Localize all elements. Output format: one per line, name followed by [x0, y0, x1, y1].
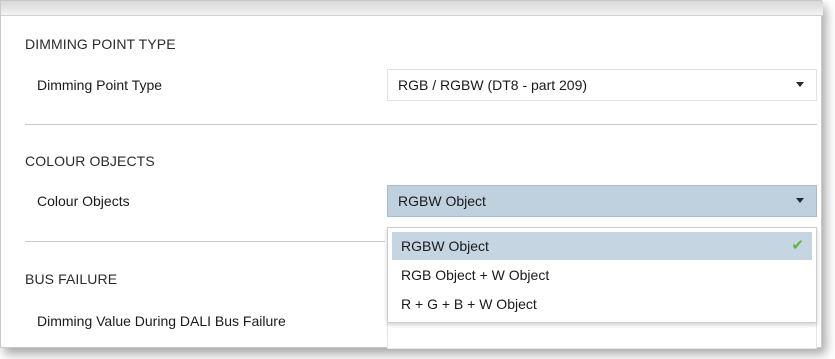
option-label: RGBW Object — [401, 238, 489, 254]
option-r-g-b-w-object[interactable]: R + G + B + W Object — [392, 290, 812, 318]
dimming-point-type-select[interactable]: RGB / RGBW (DT8 - part 209) — [387, 69, 817, 101]
panel-top-strip — [1, 1, 823, 16]
parameter-panel: DIMMING POINT TYPE Dimming Point Type RG… — [0, 0, 823, 349]
section-divider — [25, 124, 817, 125]
section-title-bus-failure: BUS FAILURE — [25, 271, 118, 287]
checkmark-icon: ✔ — [791, 237, 804, 254]
section-title-colour-objects: COLOUR OBJECTS — [25, 153, 155, 169]
section-divider — [25, 241, 385, 242]
bus-failure-value-field[interactable] — [387, 319, 817, 349]
option-label: RGB Object + W Object — [401, 267, 550, 283]
chevron-down-icon[interactable] — [796, 198, 804, 203]
colour-objects-label: Colour Objects — [37, 193, 130, 209]
section-title-dimming-point-type: DIMMING POINT TYPE — [25, 36, 176, 52]
option-label: R + G + B + W Object — [401, 296, 537, 312]
chevron-down-icon[interactable] — [796, 82, 804, 87]
dimming-point-type-value: RGB / RGBW (DT8 - part 209) — [398, 77, 588, 93]
option-rgb-object-plus-w-object[interactable]: RGB Object + W Object — [392, 261, 812, 289]
colour-objects-select[interactable]: RGBW Object — [387, 185, 817, 217]
dimming-point-type-label: Dimming Point Type — [37, 77, 163, 93]
bus-failure-dimming-value-label: Dimming Value During DALI Bus Failure — [37, 313, 286, 329]
colour-objects-value: RGBW Object — [398, 193, 486, 209]
option-rgbw-object[interactable]: RGBW Object ✔ — [392, 232, 812, 260]
colour-objects-dropdown-list: RGBW Object ✔ RGB Object + W Object R + … — [387, 227, 817, 323]
